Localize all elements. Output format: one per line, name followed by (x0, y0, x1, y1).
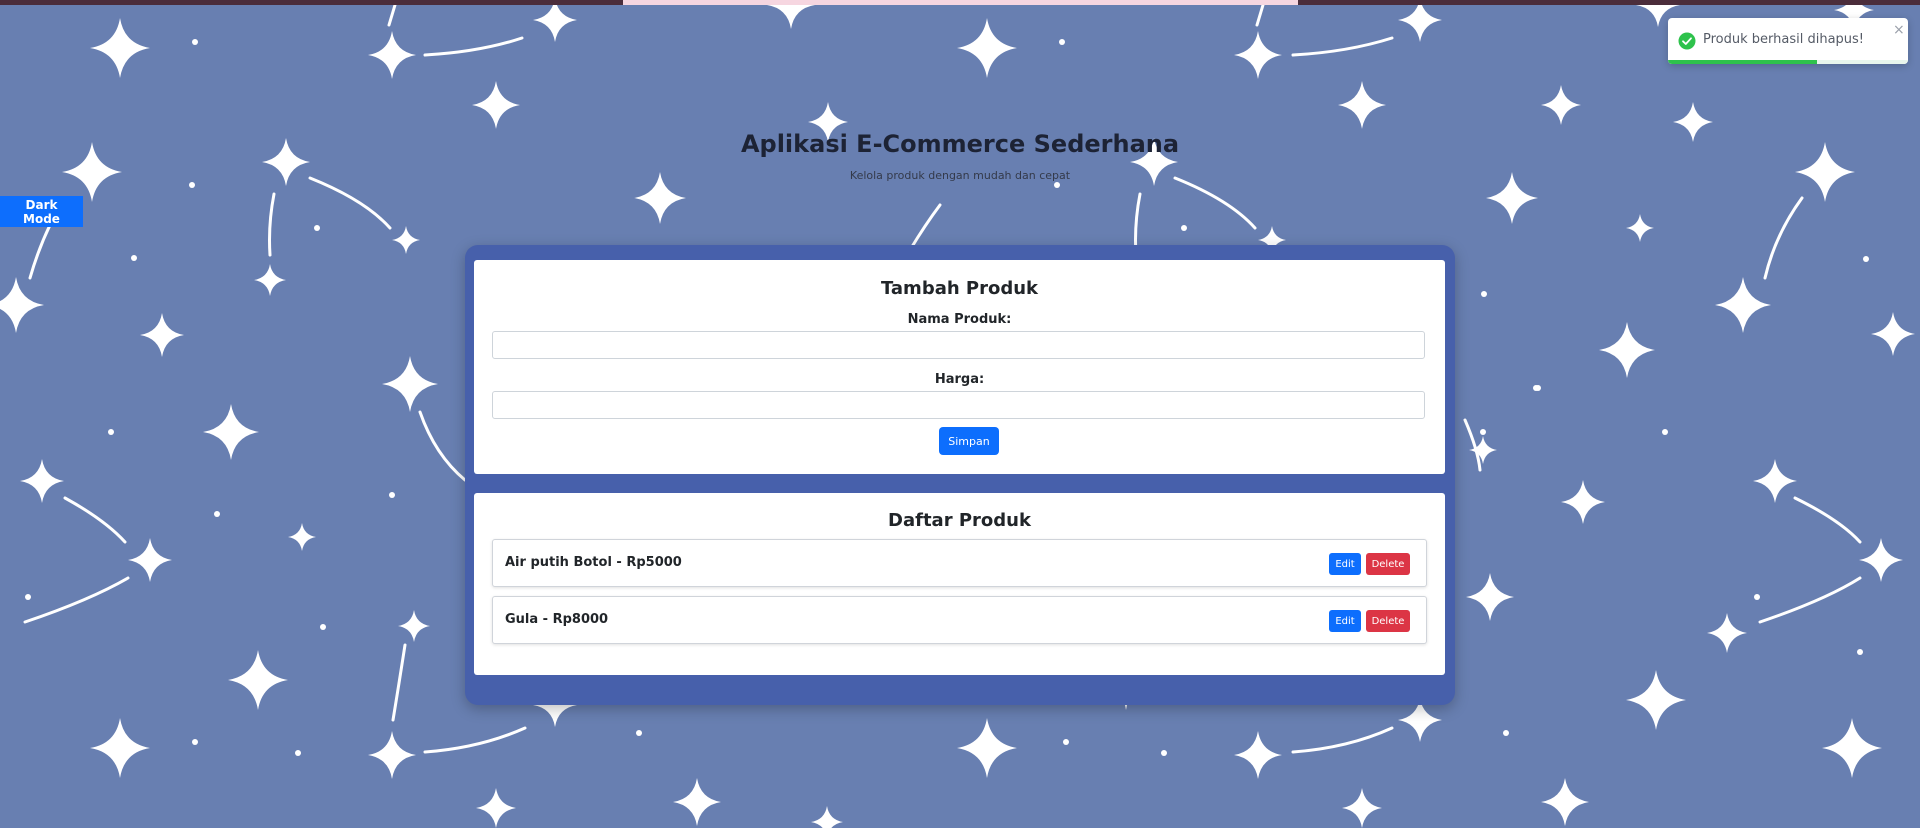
star-icon (228, 650, 288, 710)
add-product-title: Tambah Produk (880, 278, 1039, 299)
dot-shape (214, 511, 220, 517)
star-icon (1398, 0, 1442, 42)
dot-shape (1481, 291, 1487, 297)
price-label: Harga: (934, 372, 985, 387)
star-icon (1871, 312, 1915, 356)
dot-shape (1181, 225, 1187, 231)
delete-button[interactable]: Delete (1366, 553, 1410, 575)
page-title: Aplikasi E-Commerce Sederhana (740, 130, 1180, 158)
star-icon (398, 610, 430, 642)
save-button[interactable]: Simpan (939, 427, 999, 455)
toast-progress-track (1668, 60, 1908, 64)
star-icon (0, 277, 44, 333)
star-icon (1541, 85, 1581, 125)
dark-mode-toggle-button[interactable]: Dark Mode (0, 196, 83, 227)
star-icon (392, 226, 420, 254)
price-input[interactable] (492, 391, 1425, 419)
dot-shape (636, 730, 642, 736)
dot-shape (1054, 182, 1060, 188)
dot-shape (389, 492, 395, 498)
star-icon (1338, 81, 1386, 129)
check-circle-icon (1678, 32, 1696, 50)
dot-shape (295, 750, 301, 756)
star-icon (288, 523, 316, 551)
star-icon (128, 538, 172, 582)
star-icon (957, 718, 1017, 778)
star-icon (254, 264, 286, 296)
star-icon (1626, 670, 1686, 730)
toast-progress-bar (1668, 60, 1817, 64)
dot-shape (192, 739, 198, 745)
star-icon (1342, 788, 1382, 828)
close-icon[interactable]: × (1893, 23, 1905, 37)
star-icon (1599, 322, 1655, 378)
star-icon (957, 18, 1017, 78)
dot-shape (1161, 750, 1167, 756)
top-border-highlight (623, 0, 1298, 5)
star-icon (368, 731, 416, 779)
dot-shape (1863, 256, 1869, 262)
star-icon (673, 778, 721, 826)
dot-shape (320, 624, 326, 630)
product-item: Gula - Rp8000 Edit Delete (492, 596, 1427, 644)
dot-shape (1063, 739, 1069, 745)
product-list-title: Daftar Produk (888, 510, 1031, 531)
star-icon (1707, 613, 1747, 653)
star-icon (382, 356, 438, 412)
dot-shape (314, 225, 320, 231)
toast-message: Produk berhasil dihapus! (1703, 32, 1865, 47)
star-icon (472, 81, 520, 129)
star-icon (1822, 718, 1882, 778)
dot-shape (1533, 385, 1539, 391)
dot-shape (1480, 429, 1486, 435)
add-product-card: Tambah Produk Nama Produk: Harga: Simpan (474, 260, 1445, 474)
dot-shape (25, 594, 31, 600)
product-item-label: Air putih Botol - Rp5000 (505, 555, 682, 570)
success-toast: Produk berhasil dihapus! × (1668, 18, 1908, 64)
star-icon (1859, 538, 1903, 582)
star-icon (1753, 459, 1797, 503)
dot-shape (189, 182, 195, 188)
dot-shape (1857, 649, 1863, 655)
edit-button[interactable]: Edit (1329, 553, 1361, 575)
dot-shape (1503, 730, 1509, 736)
star-icon (1715, 277, 1771, 333)
product-item: Air putih Botol - Rp5000 Edit Delete (492, 539, 1427, 587)
dot-shape (108, 429, 114, 435)
star-icon (368, 31, 416, 79)
dot-shape (131, 255, 137, 261)
star-icon (203, 404, 259, 460)
star-icon (476, 788, 516, 828)
star-icon (90, 718, 150, 778)
product-name-label: Nama Produk: (907, 312, 1012, 327)
delete-button[interactable]: Delete (1366, 610, 1410, 632)
star-icon (20, 459, 64, 503)
star-icon (1234, 31, 1282, 79)
main-container: Tambah Produk Nama Produk: Harga: Simpan… (465, 245, 1455, 705)
dot-shape (192, 39, 198, 45)
product-item-label: Gula - Rp8000 (505, 612, 609, 627)
star-icon (1541, 778, 1589, 826)
star-icon (1234, 731, 1282, 779)
dot-shape (1754, 594, 1760, 600)
star-icon (1466, 573, 1514, 621)
product-name-input[interactable] (492, 331, 1425, 359)
star-icon (533, 0, 577, 42)
dot-shape (1059, 39, 1065, 45)
star-icon (811, 806, 843, 828)
page-subtitle: Kelola produk dengan mudah dan cepat (849, 169, 1071, 182)
star-icon (1561, 480, 1605, 524)
edit-button[interactable]: Edit (1329, 610, 1361, 632)
product-list-card: Daftar Produk Air putih Botol - Rp5000 E… (474, 493, 1445, 675)
dot-shape (1662, 429, 1668, 435)
star-icon (90, 18, 150, 78)
star-icon (140, 313, 184, 357)
star-icon (1626, 214, 1654, 242)
